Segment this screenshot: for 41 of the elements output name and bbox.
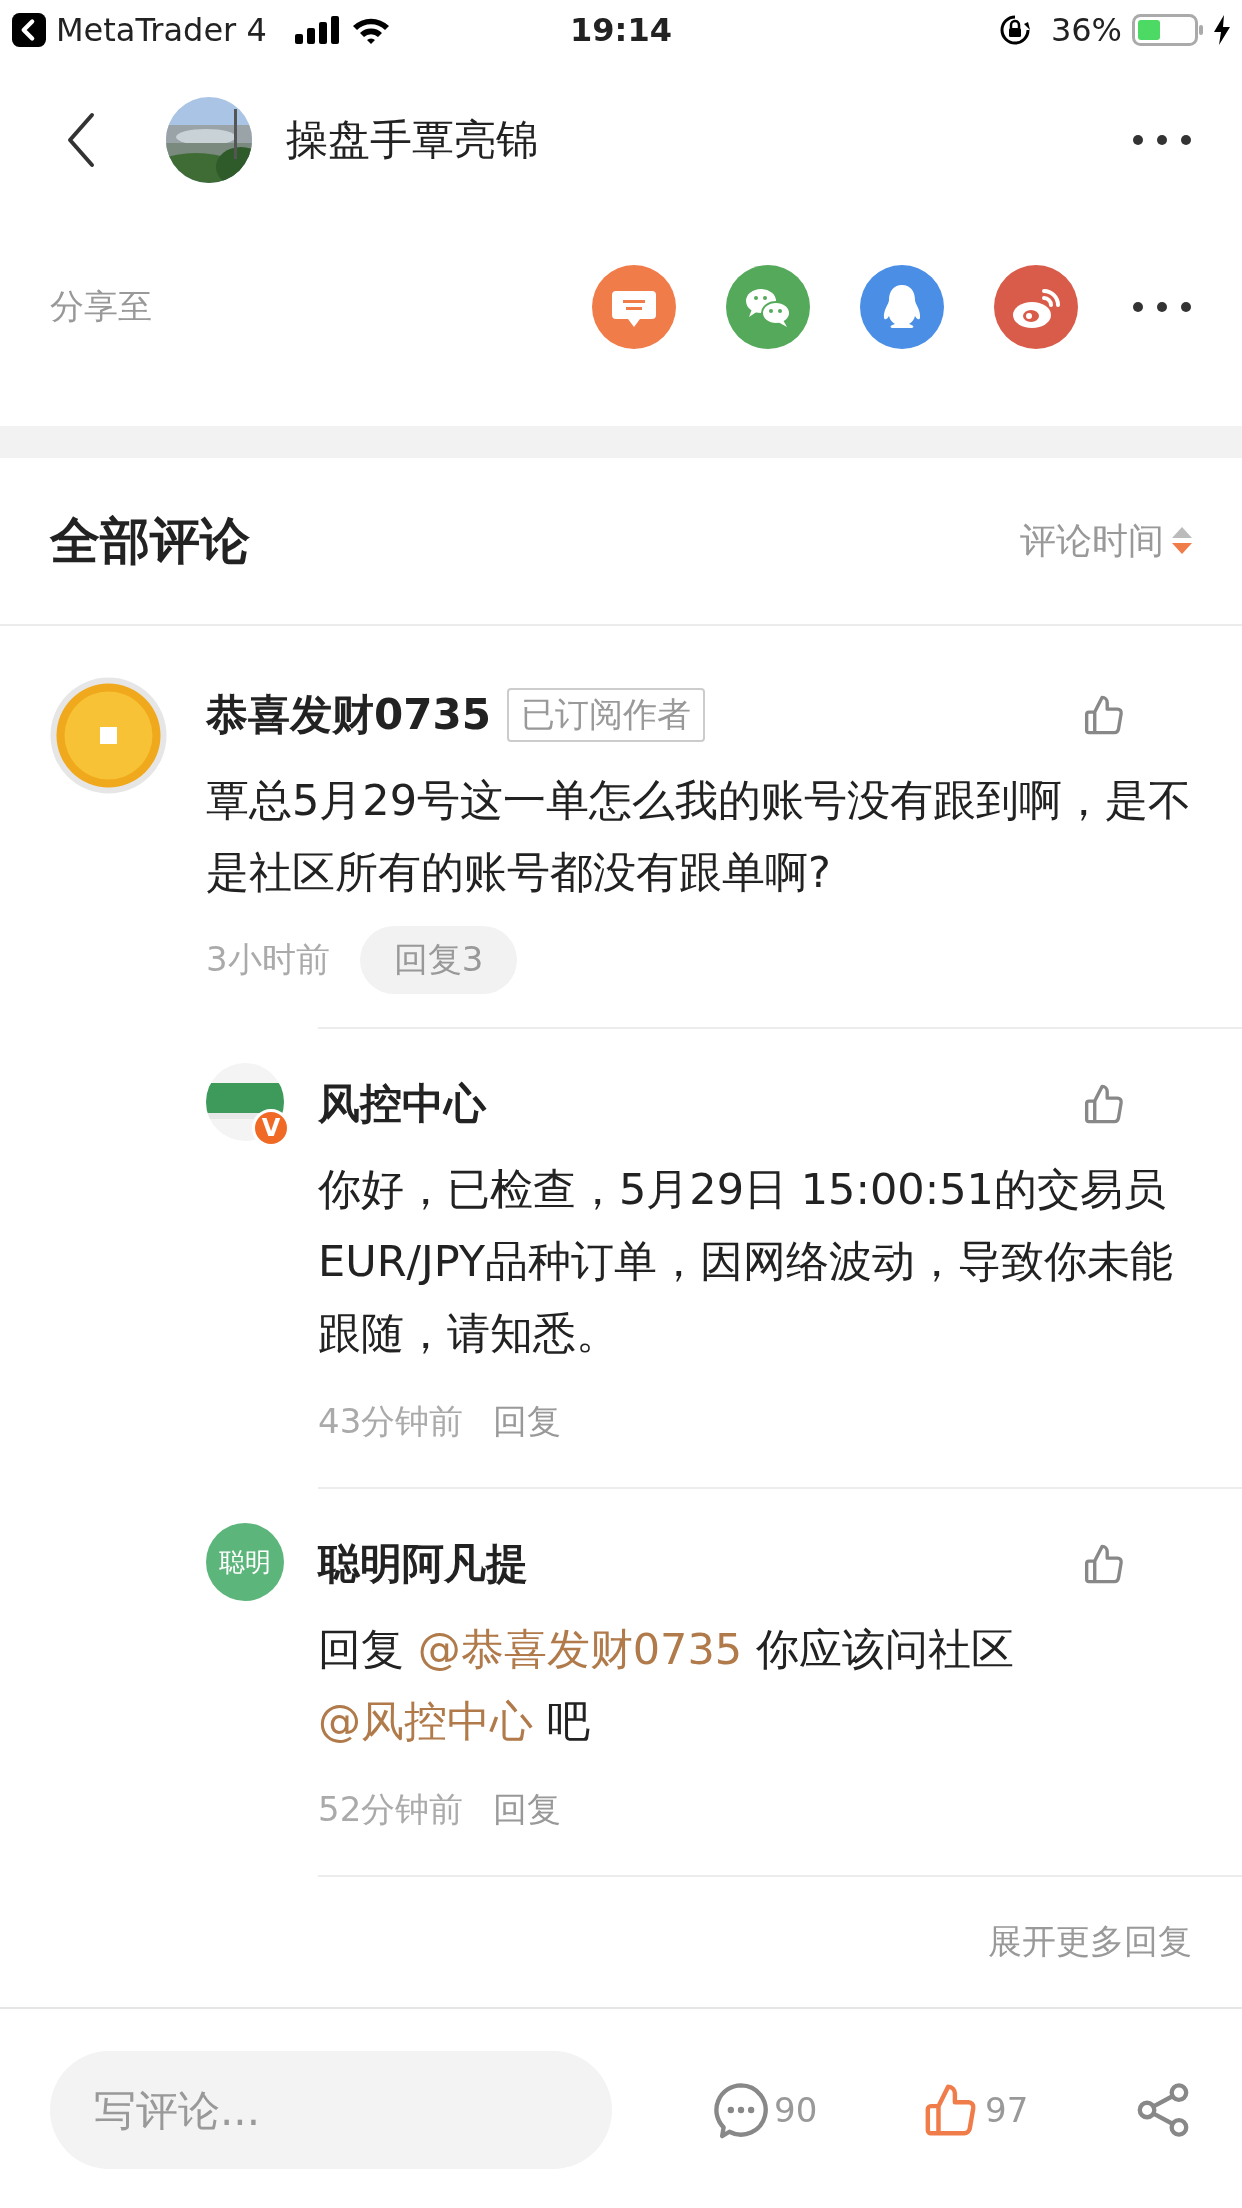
reply-link[interactable]: 回复: [493, 1399, 562, 1446]
back-app-label[interactable]: MetaTrader 4: [56, 10, 267, 49]
sort-button[interactable]: 评论时间: [1020, 516, 1164, 566]
comment-count: 90: [774, 2090, 818, 2131]
back-icon[interactable]: [66, 111, 96, 168]
message-share-button[interactable]: [592, 265, 676, 350]
comment-time: 3小时前: [206, 938, 330, 982]
battery-percent: 36%: [1050, 10, 1122, 49]
comment-time: 43分钟前: [318, 1400, 464, 1444]
comment-author[interactable]: 恭喜发财0735: [206, 687, 491, 744]
mention-link[interactable]: @风控中心: [318, 1696, 533, 1747]
sort-icon[interactable]: [1172, 527, 1192, 556]
signal-icon: [294, 15, 341, 44]
comment-input-field[interactable]: 写评论...: [50, 2051, 612, 2170]
back-app-icon[interactable]: [12, 12, 46, 47]
eye-share-button[interactable]: [994, 265, 1078, 350]
section-title: 全部评论: [50, 510, 250, 572]
comment-author[interactable]: 聪明阿凡提: [318, 1536, 528, 1593]
chat-share-button[interactable]: [726, 265, 810, 350]
more-replies-link[interactable]: 展开更多回复: [988, 1919, 1192, 1966]
comment-text: 你好，已检查，5月29日 15:00:51的交易员EUR/JPY品种订单，因网络波动，导致你未能跟随，请知悉。: [318, 1163, 1174, 1361]
like-count: 97: [985, 2090, 1029, 2131]
comment-text: 回复 @恭喜发财0735 你应该问社区 @风控中心 吧: [318, 1623, 1015, 1749]
mention-link[interactable]: @恭喜发财0735: [417, 1624, 743, 1675]
comment-icon[interactable]: [712, 2081, 770, 2140]
replies-button[interactable]: 回复3: [359, 926, 518, 995]
page-title: 操盘手覃亮锦: [286, 113, 539, 166]
clock: 19:14: [570, 10, 672, 49]
comment-text: 覃总5月29号这一单怎么我的账号没有跟到啊，是不是社区所有的账号都没有跟单啊?: [206, 774, 1193, 900]
avatar: 聪明: [206, 1523, 284, 1602]
comment-author[interactable]: 风控中心: [318, 1076, 486, 1133]
comment-time: 52分钟前: [318, 1788, 464, 1832]
more-share-icon[interactable]: [1132, 301, 1192, 314]
rotation-lock-icon: [998, 13, 1031, 46]
charging-icon: [1214, 14, 1230, 45]
subscriber-tag: 已订阅作者: [506, 688, 705, 743]
reply-link[interactable]: 回复: [493, 1787, 562, 1834]
battery-icon: [1132, 13, 1204, 46]
more-icon[interactable]: [1132, 133, 1192, 146]
penguin-share-button[interactable]: [860, 265, 944, 350]
share-label: 分享至: [50, 285, 152, 329]
